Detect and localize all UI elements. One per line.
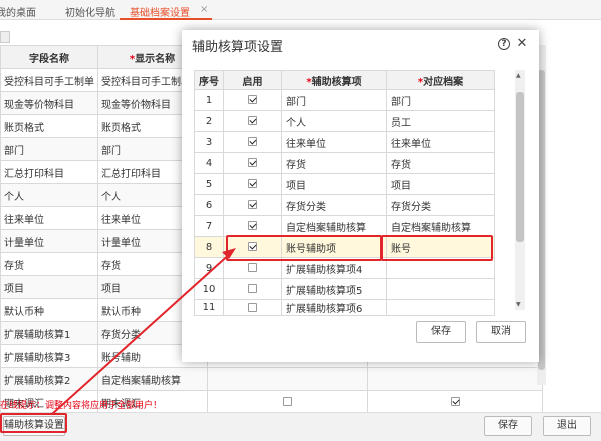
annotation-arrow <box>51 248 236 415</box>
